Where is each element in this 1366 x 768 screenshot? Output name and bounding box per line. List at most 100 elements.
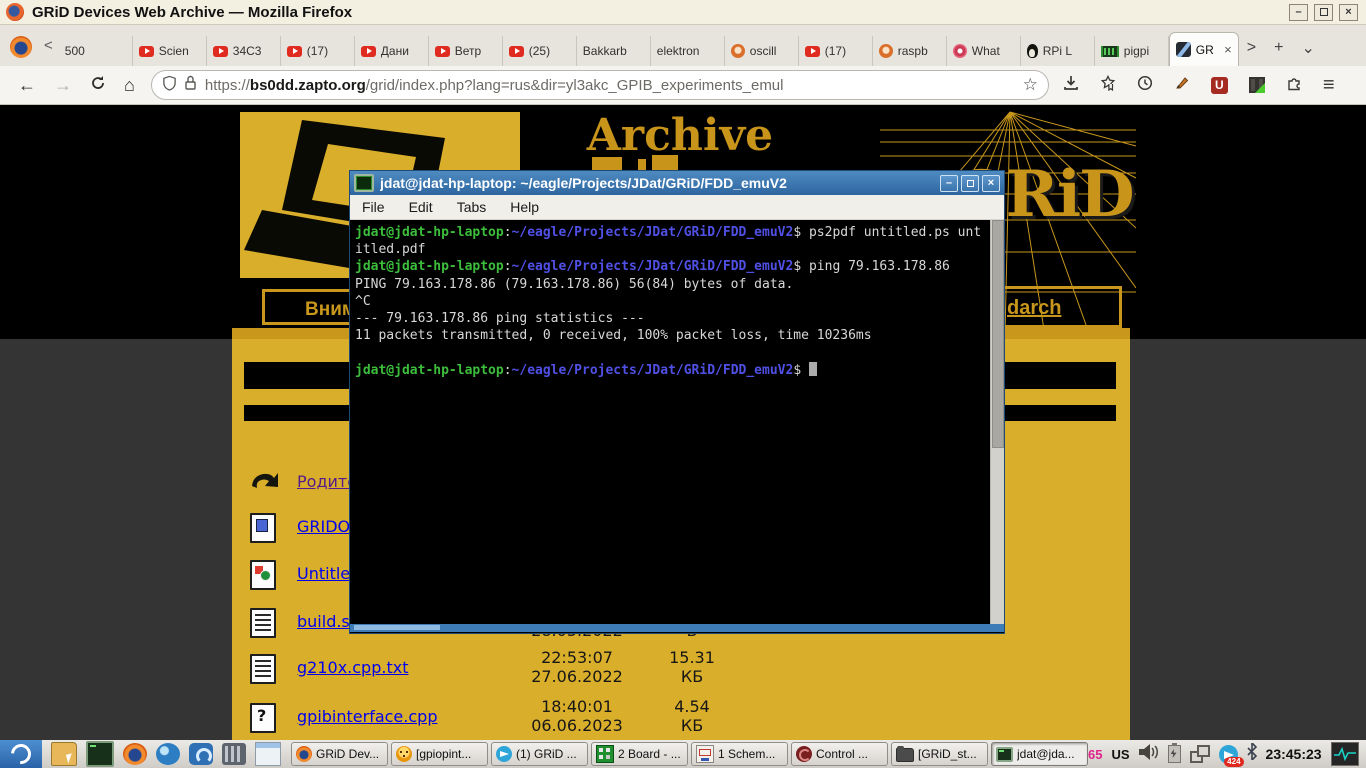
telegram-tray-icon[interactable]: 424 (1219, 745, 1238, 764)
shield-icon[interactable] (162, 75, 177, 96)
terminal-console[interactable]: jdat@jdat-hp-laptop: ~/eagle/Projects/JDa… (350, 220, 990, 624)
pen-extension-icon[interactable] (1174, 75, 1190, 96)
control-icon (796, 746, 812, 762)
browser-tab[interactable]: (25) (503, 36, 577, 66)
network-icon[interactable] (1190, 745, 1210, 763)
url-bar[interactable]: https://bs0dd.zapto.org/grid/index.php?l… (151, 70, 1049, 100)
file-manager-launcher-icon[interactable] (51, 742, 77, 766)
terminal-launcher-icon[interactable] (86, 741, 114, 767)
calculator-launcher-icon[interactable] (222, 743, 246, 765)
taskbar-window-button[interactable]: [gpiopint... (391, 742, 488, 766)
bookmark-star-icon[interactable]: ☆ (1023, 75, 1038, 95)
tab-scroll-right-icon[interactable]: > (1247, 39, 1256, 57)
firefox-logo-icon[interactable] (10, 36, 32, 58)
terminal-titlebar[interactable]: jdat@jdat-hp-laptop: ~/eagle/Projects/JD… (350, 171, 1004, 195)
file-link[interactable]: g210x.cpp.txt (297, 658, 408, 677)
terminal-line: itled.pdf (355, 241, 990, 258)
prompt-colon: : (504, 225, 512, 240)
taskbar-window-button[interactable]: GRiD Dev... (291, 742, 388, 766)
scrollbar-thumb[interactable] (992, 220, 1004, 448)
volume-icon[interactable] (1139, 744, 1159, 765)
browser-tab[interactable]: oscill (725, 36, 799, 66)
file-link[interactable]: build.s (297, 612, 350, 631)
tab-label: Scien (159, 44, 200, 58)
browser-tab[interactable]: Дани (355, 36, 429, 66)
task-button-area: GRiD Dev...[gpiopint...(1) GRiD ...2 Boa… (291, 742, 1088, 766)
new-tab-button[interactable]: + (1274, 39, 1283, 57)
taskbar-window-button[interactable]: (1) GRiD ... (491, 742, 588, 766)
system-monitor-icon[interactable] (1331, 742, 1359, 766)
ublock-icon[interactable]: U (1211, 77, 1228, 94)
thunderbird-launcher-icon[interactable] (156, 743, 180, 765)
url-text[interactable]: https://bs0dd.zapto.org/grid/index.php?l… (205, 77, 1023, 94)
app-menu-button[interactable] (0, 740, 42, 768)
show-desktop-icon[interactable] (255, 742, 281, 766)
forward-button[interactable]: → (54, 75, 72, 96)
download-icon[interactable] (1063, 75, 1079, 96)
browser-tab[interactable]: 500 (59, 36, 133, 66)
battery-icon[interactable] (1168, 745, 1181, 763)
command-text: $ (793, 363, 809, 378)
history-clock-icon[interactable] (1137, 75, 1153, 96)
library-icon[interactable] (1100, 75, 1116, 96)
taskbar-window-button[interactable]: [GRiD_st... (891, 742, 988, 766)
tab-label: RPi L (1043, 44, 1088, 58)
terminal-minimize-button[interactable]: – (940, 175, 958, 192)
browser-tab[interactable]: raspb (873, 36, 947, 66)
tab-close-icon[interactable]: × (1224, 42, 1232, 57)
home-button[interactable]: ⌂ (124, 75, 135, 96)
terminal-window[interactable]: jdat@jdat-hp-laptop: ~/eagle/Projects/JD… (349, 170, 1005, 634)
terminal-menu-help[interactable]: Help (510, 199, 539, 215)
output-text: itled.pdf (355, 242, 425, 257)
grid-extension-icon[interactable] (1249, 77, 1265, 93)
browser-tab[interactable]: GR× (1169, 32, 1239, 66)
taskbar-window-button[interactable]: 1 Schem... (691, 742, 788, 766)
taskbar-window-button[interactable]: jdat@jda... (991, 742, 1088, 766)
bluetooth-icon[interactable] (1247, 743, 1257, 765)
tab-scroll-left-icon[interactable]: < (44, 37, 53, 54)
clock[interactable]: 23:45:23 (1266, 746, 1322, 762)
browser-tab[interactable]: What (947, 36, 1021, 66)
file-link[interactable]: Untitle (297, 564, 350, 583)
terminal-line: ^C (355, 293, 990, 310)
menu-hamburger-icon[interactable]: ≡ (1323, 74, 1335, 97)
file-date: 27.06.2022 (512, 667, 642, 686)
file-link[interactable]: gpibinterface.cpp (297, 707, 437, 726)
back-button[interactable]: ← (18, 75, 36, 96)
file-link[interactable]: GRIDO (297, 517, 350, 536)
output-text: PING 79.163.178.86 (79.163.178.86) 56(84… (355, 277, 793, 292)
terminal-menu-edit[interactable]: Edit (409, 199, 433, 215)
window-close-button[interactable]: × (1339, 4, 1358, 21)
browser-tab[interactable]: Bakkarb (577, 36, 651, 66)
firefox-launcher-icon[interactable] (123, 743, 147, 765)
tab-label: Дани (381, 44, 422, 58)
browser-tab[interactable]: pigpi (1095, 36, 1169, 66)
window-maximize-button[interactable] (1314, 4, 1333, 21)
youtube-icon (213, 46, 228, 57)
taskbar-window-button[interactable]: Control ... (791, 742, 888, 766)
browser-tab[interactable]: (17) (281, 36, 355, 66)
tray-indicator-number[interactable]: 65 (1088, 747, 1102, 762)
prompt-path: ~/eagle/Projects/JDat/GRiD/FDD_emuV2 (512, 259, 794, 274)
lock-icon[interactable] (184, 75, 197, 95)
terminal-hscroll-thumb[interactable] (354, 625, 440, 630)
browser-tab[interactable]: RPi L (1021, 36, 1095, 66)
browser-tab[interactable]: Scien (133, 36, 207, 66)
browser-tab[interactable]: Ветр (429, 36, 503, 66)
terminal-menu-file[interactable]: File (362, 199, 385, 215)
terminal-close-button[interactable]: × (982, 175, 1000, 192)
taskbar-window-button[interactable]: 2 Board - ... (591, 742, 688, 766)
prompt-user: jdat@jdat-hp-laptop (355, 259, 504, 274)
browser-tab[interactable]: 34C3 (207, 36, 281, 66)
reload-button[interactable] (90, 75, 106, 96)
terminal-menu-tabs[interactable]: Tabs (457, 199, 487, 215)
browser-tab[interactable]: elektron (651, 36, 725, 66)
keyboard-layout-indicator[interactable]: US (1111, 747, 1129, 762)
terminal-scrollbar[interactable] (990, 220, 1004, 624)
window-minimize-button[interactable]: – (1289, 4, 1308, 21)
terminal-maximize-button[interactable] (961, 175, 979, 192)
tab-dropdown-icon[interactable]: ⌄ (1301, 38, 1314, 58)
browser-launcher-icon[interactable] (189, 743, 213, 765)
browser-tab[interactable]: (17) (799, 36, 873, 66)
extensions-puzzle-icon[interactable] (1286, 75, 1302, 96)
